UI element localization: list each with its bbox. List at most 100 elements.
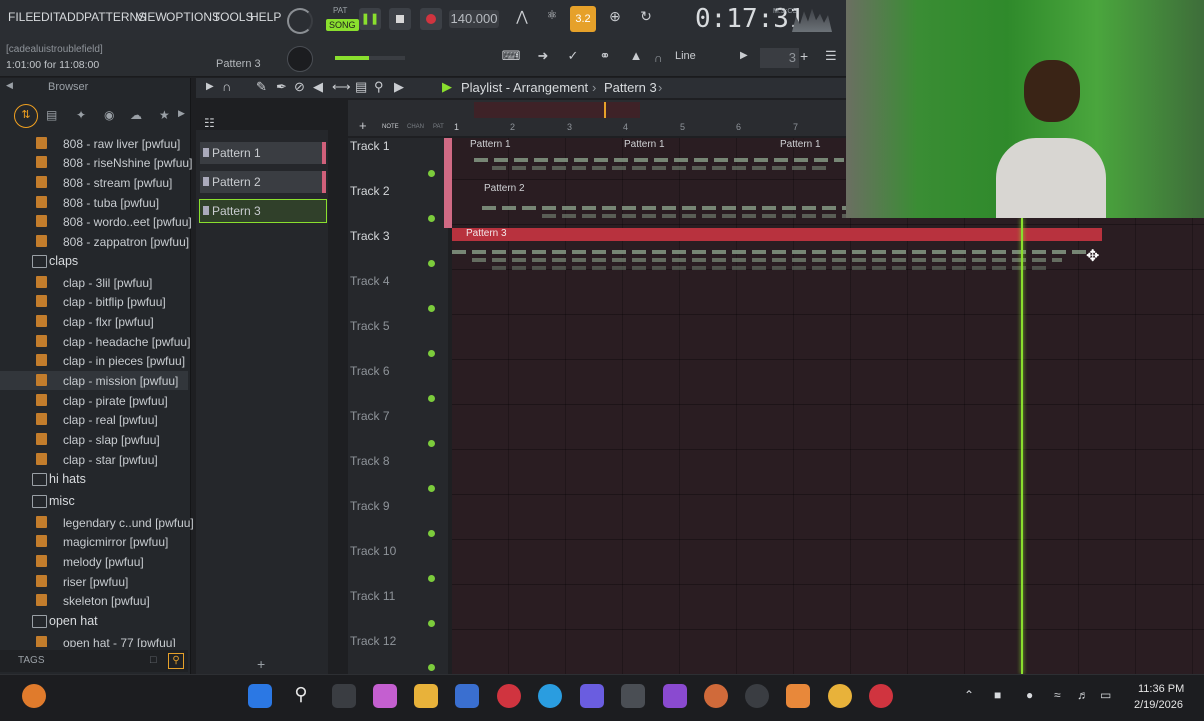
- wifi-icon[interactable]: ≈: [1054, 688, 1061, 702]
- track-mute-led[interactable]: [428, 620, 435, 627]
- menu-edit[interactable]: EDIT: [33, 10, 60, 24]
- copilot-icon[interactable]: [373, 684, 397, 708]
- speaker-icon[interactable]: ◀: [313, 79, 323, 95]
- pattern-item-selected[interactable]: Pattern 3: [199, 199, 327, 223]
- mode-chan[interactable]: CHAN: [407, 124, 424, 130]
- pencil-icon[interactable]: ✎: [256, 79, 267, 95]
- countdown-icon[interactable]: 3.2: [570, 6, 596, 32]
- battery-icon[interactable]: ▭: [1100, 688, 1111, 702]
- fl-studio-icon[interactable]: [786, 684, 810, 708]
- browser-item[interactable]: 808 - riseNshine [pwfuu]: [0, 153, 192, 172]
- browser-item-selected[interactable]: clap - mission [pwfuu]: [0, 371, 188, 390]
- brush-icon[interactable]: ✒: [276, 79, 287, 95]
- pattern-item[interactable]: Pattern 1: [200, 142, 326, 164]
- pat-mode-label[interactable]: PAT: [333, 6, 347, 15]
- track-mute-led[interactable]: [428, 170, 435, 177]
- bar-ruler[interactable]: 1 2 3 4 5 6 7: [452, 120, 846, 136]
- plugin-picker-icon[interactable]: ✓: [562, 48, 584, 68]
- app-icon[interactable]: [455, 684, 479, 708]
- browser-item[interactable]: clap - in pieces [pwfuu]: [0, 351, 188, 370]
- master-pitch-slider[interactable]: [335, 56, 405, 60]
- mute-tool-icon[interactable]: ⊘: [294, 79, 305, 95]
- opera-icon[interactable]: [497, 684, 521, 708]
- browser-item[interactable]: 808 - wordo..eet [pwfuu]: [0, 212, 192, 231]
- stamp-icon[interactable]: ▲: [625, 48, 647, 68]
- track-mute-led[interactable]: [428, 530, 435, 537]
- browser-item[interactable]: clap - star [pwfuu]: [0, 450, 188, 469]
- track-mute-led[interactable]: [428, 664, 435, 671]
- track-label[interactable]: Track 2: [350, 184, 390, 198]
- microphone-icon[interactable]: ●: [1026, 688, 1033, 702]
- browser-item[interactable]: open hat - 77 [pwfuu]: [0, 633, 188, 647]
- browser-item[interactable]: clap - slap [pwfuu]: [0, 430, 188, 449]
- current-project-icon[interactable]: ▤: [46, 108, 57, 122]
- search-icon[interactable]: ⚲: [168, 653, 184, 669]
- file-explorer-icon[interactable]: [414, 684, 438, 708]
- app-icon[interactable]: [704, 684, 728, 708]
- mixer-icon[interactable]: ☰: [825, 48, 845, 68]
- browser-folder[interactable]: hi hats: [0, 470, 188, 489]
- all-files-icon[interactable]: ⇅: [14, 104, 38, 128]
- clock-time[interactable]: 11:36 PM: [1138, 683, 1184, 695]
- pattern-item[interactable]: Pattern 2: [200, 171, 326, 193]
- playlist-pattern-breadcrumb[interactable]: Pattern 3: [604, 80, 657, 95]
- track-mute-led[interactable]: [428, 440, 435, 447]
- mode-note[interactable]: NOTE: [382, 124, 399, 130]
- select-icon[interactable]: ▤: [355, 79, 367, 95]
- time-scroll[interactable]: [474, 102, 640, 118]
- star-icon[interactable]: ★: [159, 108, 170, 122]
- track-mute-led[interactable]: [428, 485, 435, 492]
- master-volume-knob[interactable]: [287, 8, 313, 34]
- song-position-marker[interactable]: [604, 102, 606, 118]
- menu-add[interactable]: ADD: [59, 10, 84, 24]
- pattern-clip[interactable]: Pattern 1: [624, 139, 764, 152]
- blend-notes-icon[interactable]: ⊕: [604, 8, 626, 30]
- pattern-clip-selected[interactable]: Pattern 3: [452, 228, 1102, 241]
- browser-item[interactable]: magicmirror [pwfuu]: [0, 532, 188, 551]
- browser-item[interactable]: 808 - tuba [pwfuu]: [0, 193, 188, 212]
- clock-date[interactable]: 2/19/2026: [1134, 699, 1183, 711]
- add-track-icon[interactable]: +: [359, 118, 367, 133]
- browser-item[interactable]: melody [pwfuu]: [0, 552, 188, 571]
- menu-tools[interactable]: TOOLS: [213, 10, 253, 24]
- menu-options[interactable]: OPTIONS: [166, 10, 220, 24]
- track-label[interactable]: Track 9: [350, 499, 390, 513]
- chevron-up-icon[interactable]: ⌃: [964, 688, 974, 702]
- playlist-grid[interactable]: Pattern 1 Pattern 1 Pattern 1 Pattern 2 …: [452, 138, 1204, 674]
- track-label[interactable]: Track 1: [350, 139, 390, 153]
- search-icon[interactable]: ⚲: [289, 684, 313, 708]
- arrow-right-icon[interactable]: ➜: [532, 48, 554, 68]
- track-mute-led[interactable]: [428, 215, 435, 222]
- start-icon[interactable]: [248, 684, 272, 708]
- volume-icon[interactable]: ♬: [1077, 688, 1089, 702]
- camera-icon[interactable]: [621, 684, 645, 708]
- pattern-clip[interactable]: Pattern 2: [484, 183, 844, 196]
- loop-record-icon[interactable]: ↻: [635, 8, 657, 30]
- pattern-clip[interactable]: Pattern 1: [780, 139, 840, 152]
- browser-item[interactable]: legendary c..und [pwfuu]: [0, 513, 194, 532]
- chrome-icon[interactable]: [828, 684, 852, 708]
- folder-icon[interactable]: □: [150, 654, 157, 666]
- discord-icon[interactable]: [580, 684, 604, 708]
- obs-icon[interactable]: [745, 684, 769, 708]
- magnet-icon[interactable]: ∩: [222, 79, 231, 94]
- browser-item[interactable]: clap - real [pwfuu]: [0, 410, 188, 429]
- add-pattern-icon[interactable]: +: [257, 656, 265, 672]
- browser-item[interactable]: clap - bitflip [pwfuu]: [0, 292, 188, 311]
- track-label[interactable]: Track 7: [350, 409, 390, 423]
- track-label[interactable]: Track 5: [350, 319, 390, 333]
- track-label[interactable]: Track 3: [350, 229, 390, 243]
- browser-item[interactable]: 808 - raw liver [pwfuu]: [0, 134, 188, 153]
- browser-item[interactable]: clap - pirate [pwfuu]: [0, 391, 188, 410]
- metronome-icon[interactable]: ⋀: [510, 8, 534, 30]
- edge-icon[interactable]: [538, 684, 562, 708]
- tray-app-icon[interactable]: ■: [994, 688, 1001, 702]
- browser-item[interactable]: clap - 3lil [pwfuu]: [0, 273, 188, 292]
- menu-view[interactable]: VIEW: [136, 10, 167, 24]
- browser-folder[interactable]: claps: [0, 252, 188, 271]
- link-icon[interactable]: ⚭: [594, 48, 616, 68]
- track-mute-led[interactable]: [428, 260, 435, 267]
- menu-file[interactable]: FILE: [8, 10, 33, 24]
- track-mute-led[interactable]: [428, 305, 435, 312]
- clipchamp-icon[interactable]: [663, 684, 687, 708]
